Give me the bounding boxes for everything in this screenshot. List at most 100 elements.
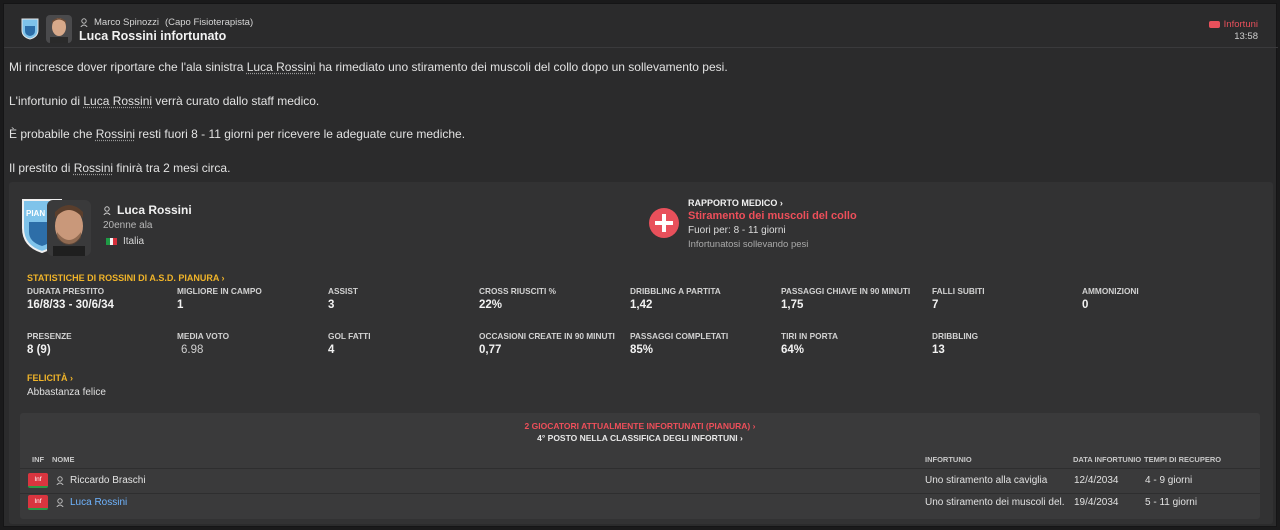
injured-count-link[interactable]: 2 GIOCATORI ATTUALMENTE INFORTUNATI (PIA… bbox=[20, 421, 1260, 431]
club-badge-text: PIAN bbox=[26, 209, 45, 218]
text: resti fuori 8 - 11 giorni per ricevere l… bbox=[135, 127, 466, 141]
stat-value: 6.98 bbox=[181, 344, 204, 356]
player-link[interactable]: Rossini bbox=[96, 127, 135, 141]
stat-value: 16/8/33 - 30/6/34 bbox=[27, 299, 114, 311]
person-icon bbox=[56, 498, 64, 507]
table-row[interactable]: Inf Riccardo Braschi Uno stiramento alla… bbox=[20, 472, 1260, 492]
stat-goals: GOL FATTI 4 bbox=[328, 331, 478, 356]
column-header-recovery[interactable]: TEMPI DI RECUPERO bbox=[1144, 455, 1221, 464]
stat-key-passes: PASSAGGI CHIAVE IN 90 MINUTI 1,75 bbox=[781, 286, 931, 311]
text: finirà tra 2 mesi circa. bbox=[113, 160, 231, 175]
stat-value: 13 bbox=[932, 344, 945, 356]
stat-label: ASSIST bbox=[328, 286, 358, 296]
stat-value: 1,75 bbox=[781, 299, 804, 311]
player-name-label: Luca Rossini bbox=[117, 203, 192, 217]
stat-pass-completion: PASSAGGI COMPLETATI 85% bbox=[630, 331, 780, 356]
sender-name[interactable]: Marco Spinozzi bbox=[94, 17, 159, 28]
text: Il prestito di bbox=[9, 160, 74, 175]
message-body: Mi rincresce dover riportare che l'ala s… bbox=[9, 60, 1209, 194]
happiness-link[interactable]: FELICITÀ › bbox=[27, 373, 73, 383]
text: ha rimediato uno stiramento dei muscoli … bbox=[315, 60, 728, 74]
column-header-date[interactable]: DATA INFORTUNIO bbox=[1073, 455, 1141, 464]
body-paragraph: L'infortunio di Luca Rossini verrà curat… bbox=[9, 94, 1209, 128]
row-injury: Uno stiramento dei muscoli del... bbox=[925, 497, 1065, 508]
stat-label: MIGLIORE IN CAMPO bbox=[177, 286, 262, 296]
category-tag-label: Infortuni bbox=[1223, 19, 1258, 30]
injury-name: Stiramento dei muscoli del collo bbox=[688, 210, 857, 222]
stat-chances-created: OCCASIONI CREATE IN 90 MINUTI 0,77 bbox=[479, 331, 629, 356]
player-link[interactable]: Luca Rossini bbox=[247, 60, 316, 74]
nationality-label: Italia bbox=[123, 236, 145, 247]
category-tag[interactable]: Infortuni bbox=[1208, 19, 1258, 30]
sender-line: Marco Spinozzi (Capo Fisioterapista) bbox=[80, 17, 253, 28]
stat-loan-duration: DURATA PRESTITO 16/8/33 - 30/6/34 bbox=[27, 286, 177, 311]
column-header-injury[interactable]: INFORTUNIO bbox=[925, 455, 972, 464]
player-panel: PIAN Luca Rossini 20enne ala Italia RAPP… bbox=[9, 182, 1273, 524]
stats-section-link[interactable]: STATISTICHE DI ROSSINI DI A.S.D. PIANURA… bbox=[27, 273, 225, 283]
stat-label: CROSS RIUSCITI % bbox=[479, 286, 556, 296]
stat-dribbles-per-game: DRIBBLING A PARTITA 1,42 bbox=[630, 286, 780, 311]
divider bbox=[20, 468, 1260, 469]
stat-value: 0 bbox=[1082, 299, 1089, 311]
stat-fouls-against: FALLI SUBITI 7 bbox=[932, 286, 1082, 311]
stat-player-of-match: MIGLIORE IN CAMPO 1 bbox=[177, 286, 327, 311]
message-subject: Luca Rossini infortunato bbox=[79, 29, 227, 43]
row-player-name[interactable]: Riccardo Braschi bbox=[56, 475, 146, 486]
stat-label: PASSAGGI COMPLETATI bbox=[630, 331, 729, 341]
row-player-name-label: Luca Rossini bbox=[70, 497, 128, 508]
row-injury-date: 19/4/2034 bbox=[1074, 497, 1119, 508]
row-recovery-time: 5 - 11 giorni bbox=[1145, 497, 1198, 508]
stat-value: 4 bbox=[328, 344, 335, 356]
stat-value: 64% bbox=[781, 344, 805, 356]
body-paragraph: È probabile che Rossini resti fuori 8 - … bbox=[9, 127, 1209, 161]
column-header-name[interactable]: NOME bbox=[52, 455, 75, 464]
stat-average-rating: MEDIA VOTO 6.98 bbox=[177, 331, 327, 356]
text: L'infortunio di bbox=[9, 93, 84, 108]
stat-value: 7 bbox=[932, 299, 939, 311]
stat-label: AMMONIZIONI bbox=[1082, 286, 1139, 296]
player-name[interactable]: Luca Rossini bbox=[103, 203, 192, 217]
stat-label: PRESENZE bbox=[27, 331, 72, 341]
stat-label: MEDIA VOTO bbox=[177, 331, 230, 341]
club-badge-icon[interactable] bbox=[20, 18, 40, 40]
stat-value: 85% bbox=[630, 344, 654, 356]
medical-cross-icon bbox=[649, 208, 679, 238]
row-recovery-time: 4 - 9 giorni bbox=[1145, 475, 1193, 486]
text: È probabile che bbox=[9, 127, 96, 141]
tag-icon bbox=[1208, 21, 1220, 28]
stat-value: 8 (9) bbox=[27, 344, 51, 356]
stat-value: 1,42 bbox=[630, 299, 653, 311]
sender-avatar[interactable] bbox=[46, 15, 72, 43]
player-link[interactable]: Rossini bbox=[74, 161, 113, 175]
stat-assists: ASSIST 3 bbox=[328, 286, 478, 311]
stat-value: 22% bbox=[479, 299, 503, 311]
stat-label: DRIBBLING A PARTITA bbox=[630, 286, 721, 296]
body-paragraph: Mi rincresce dover riportare che l'ala s… bbox=[9, 60, 1209, 94]
medical-report-link[interactable]: RAPPORTO MEDICO › bbox=[688, 198, 783, 208]
inbox-message: Marco Spinozzi (Capo Fisioterapista) Luc… bbox=[3, 3, 1278, 527]
row-player-name[interactable]: Luca Rossini bbox=[56, 497, 127, 508]
stat-label: GOL FATTI bbox=[328, 331, 371, 341]
table-row[interactable]: Inf Luca Rossini Uno stiramento dei musc… bbox=[20, 494, 1260, 514]
injury-cause: Infortunatosi sollevando pesi bbox=[688, 239, 809, 250]
column-header-inf[interactable]: INF bbox=[32, 455, 44, 464]
stat-value: 0,77 bbox=[479, 344, 502, 356]
stat-dribbles: DRIBBLING 13 bbox=[932, 331, 1082, 356]
injury-ranking-link[interactable]: 4° POSTO NELLA CLASSIFICA DEGLI INFORTUN… bbox=[20, 433, 1260, 443]
player-link[interactable]: Luca Rossini bbox=[83, 94, 152, 108]
stat-label: OCCASIONI CREATE IN 90 MINUTI bbox=[479, 331, 615, 341]
message-header: Marco Spinozzi (Capo Fisioterapista) Luc… bbox=[4, 4, 1278, 48]
row-injury-date: 12/4/2034 bbox=[1074, 475, 1119, 486]
player-avatar[interactable] bbox=[47, 200, 91, 256]
stat-value: 3 bbox=[328, 299, 335, 311]
stat-label: DURATA PRESTITO bbox=[27, 286, 105, 296]
text: Mi rincresce dover riportare che l'ala s… bbox=[9, 60, 247, 74]
injury-status-badge: Inf bbox=[28, 495, 48, 510]
row-injury: Uno stiramento alla caviglia bbox=[925, 475, 1048, 486]
stat-label: DRIBBLING bbox=[932, 331, 979, 341]
injured-players-box: 2 GIOCATORI ATTUALMENTE INFORTUNATI (PIA… bbox=[20, 413, 1260, 519]
message-time: 13:58 bbox=[1234, 31, 1258, 42]
row-player-name-label: Riccardo Braschi bbox=[70, 475, 146, 486]
sender-role: (Capo Fisioterapista) bbox=[164, 17, 254, 28]
player-nationality[interactable]: Italia bbox=[106, 236, 144, 247]
